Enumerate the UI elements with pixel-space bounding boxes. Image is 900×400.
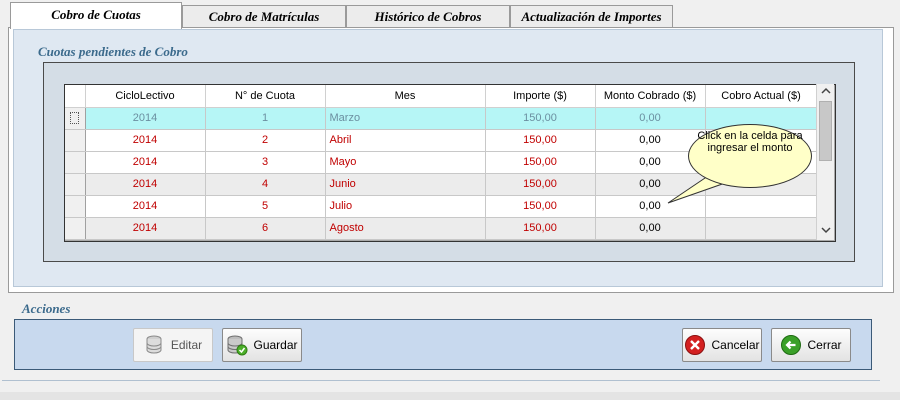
tab-historico-de-cobros[interactable]: Histórico de Cobros [346, 5, 510, 27]
guardar-button-label: Guardar [253, 338, 298, 352]
column-header-nro-cuota[interactable]: N° de Cuota [205, 85, 326, 108]
form-bottom-divider [2, 380, 880, 381]
table-row[interactable]: 2014 1 Marzo 150,00 0,00 [65, 107, 818, 130]
row-header[interactable] [65, 173, 86, 196]
row-selector-mark [70, 112, 80, 125]
cell-importe[interactable]: 150,00 [485, 173, 596, 196]
cerrar-button[interactable]: Cerrar [771, 328, 851, 362]
cancel-icon [684, 334, 706, 356]
column-header-monto-cobrado[interactable]: Monto Cobrado ($) [595, 85, 706, 108]
cell-cuota[interactable]: 5 [205, 195, 326, 218]
column-header-mes[interactable]: Mes [325, 85, 486, 108]
row-header[interactable] [65, 195, 86, 218]
scrollbar-thumb[interactable] [819, 101, 832, 161]
grid-vertical-scrollbar[interactable] [816, 84, 834, 240]
column-header-importe[interactable]: Importe ($) [485, 85, 596, 108]
editar-button-label: Editar [170, 338, 203, 352]
cell-ciclo[interactable]: 2014 [85, 151, 206, 174]
cell-monto-cobrado[interactable]: 0,00 [595, 173, 706, 196]
cell-mes[interactable]: Abril [325, 129, 486, 152]
database-save-icon [226, 334, 248, 356]
cell-monto-cobrado[interactable]: 0,00 [595, 107, 706, 130]
cell-mes[interactable]: Julio [325, 195, 486, 218]
cell-importe[interactable]: 150,00 [485, 107, 596, 130]
cell-importe[interactable]: 150,00 [485, 129, 596, 152]
cell-cuota[interactable]: 3 [205, 151, 326, 174]
tooltip-balloon: Click en la celda para ingresar el monto [688, 124, 812, 188]
row-header-corner [65, 85, 86, 108]
cancelar-button-label: Cancelar [711, 338, 760, 352]
chevron-up-icon[interactable] [817, 84, 834, 101]
cerrar-button-label: Cerrar [807, 338, 842, 352]
tab-actualizacion-de-importes[interactable]: Actualización de Importes [510, 5, 673, 27]
table-row[interactable]: 2014 5 Julio 150,00 0,00 [65, 195, 818, 218]
cell-mes[interactable]: Agosto [325, 217, 486, 240]
guardar-button[interactable]: Guardar [222, 328, 302, 362]
editar-button[interactable]: Editar [133, 328, 213, 362]
form-bottom-edge [0, 392, 900, 400]
row-header[interactable] [65, 151, 86, 174]
cell-mes[interactable]: Marzo [325, 107, 486, 130]
cell-mes[interactable]: Mayo [325, 151, 486, 174]
row-header[interactable] [65, 107, 86, 130]
cell-mes[interactable]: Junio [325, 173, 486, 196]
cell-importe[interactable]: 150,00 [485, 151, 596, 174]
cell-cuota[interactable]: 1 [205, 107, 326, 130]
cuotas-group-title: Cuotas pendientes de Cobro [38, 44, 188, 59]
cell-importe[interactable]: 150,00 [485, 217, 596, 240]
cell-ciclo[interactable]: 2014 [85, 217, 206, 240]
cell-ciclo[interactable]: 2014 [85, 107, 206, 130]
tab-cobro-de-cuotas[interactable]: Cobro de Cuotas [10, 2, 182, 29]
column-header-cobro-actual[interactable]: Cobro Actual ($) [705, 85, 818, 108]
database-edit-icon [144, 334, 166, 356]
cell-importe[interactable]: 150,00 [485, 195, 596, 218]
cell-cuota[interactable]: 6 [205, 217, 326, 240]
cell-cuota[interactable]: 2 [205, 129, 326, 152]
cell-cobro-actual[interactable] [705, 195, 818, 218]
cancelar-button[interactable]: Cancelar [682, 328, 762, 362]
cell-ciclo[interactable]: 2014 [85, 129, 206, 152]
row-header[interactable] [65, 129, 86, 152]
cell-cuota[interactable]: 4 [205, 173, 326, 196]
back-arrow-icon [780, 334, 802, 356]
chevron-down-icon[interactable] [817, 223, 834, 240]
grid-header-row: CicloLectivo N° de Cuota Mes Importe ($)… [65, 85, 818, 108]
table-row[interactable]: 2014 6 Agosto 150,00 0,00 [65, 217, 818, 240]
column-header-ciclolectivo[interactable]: CicloLectivo [85, 85, 206, 108]
cell-cobro-actual[interactable] [705, 217, 818, 240]
cell-monto-cobrado[interactable]: 0,00 [595, 129, 706, 152]
cell-monto-cobrado[interactable]: 0,00 [595, 217, 706, 240]
row-header[interactable] [65, 217, 86, 240]
acciones-group-title: Acciones [22, 301, 71, 316]
cell-ciclo[interactable]: 2014 [85, 195, 206, 218]
tab-cobro-de-matriculas[interactable]: Cobro de Matrículas [182, 5, 346, 27]
cell-ciclo[interactable]: 2014 [85, 173, 206, 196]
cell-monto-cobrado[interactable]: 0,00 [595, 195, 706, 218]
